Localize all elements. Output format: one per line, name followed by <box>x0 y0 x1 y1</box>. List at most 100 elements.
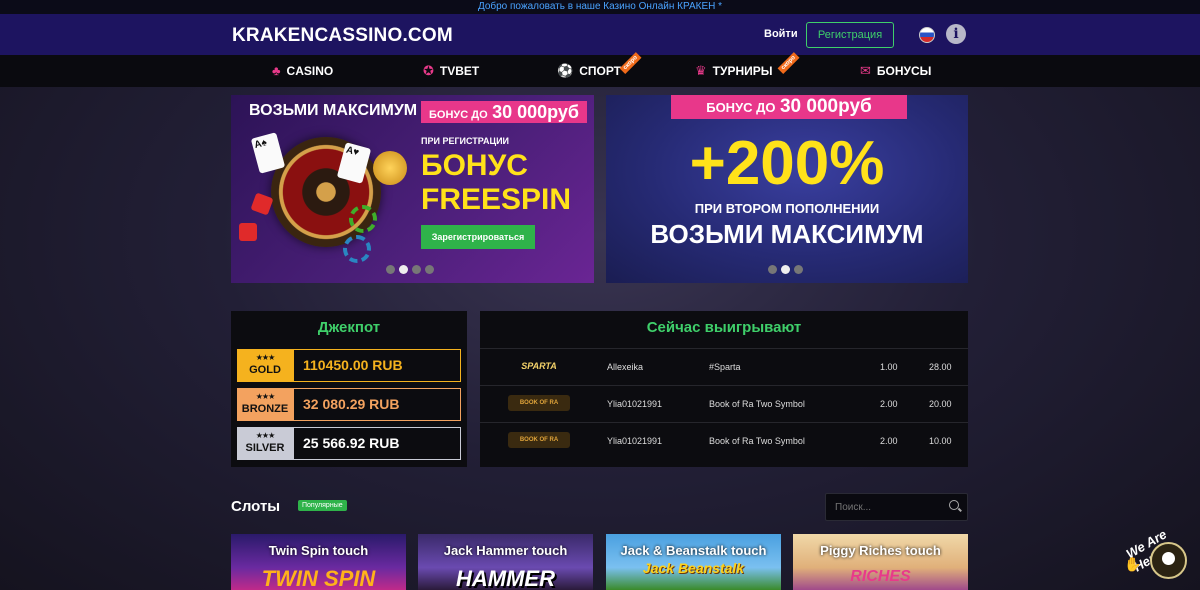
nav-tournaments[interactable]: ♛ ТУРНИРЫ скоро <box>695 51 800 79</box>
winner-win: 28.00 <box>929 362 952 372</box>
register-button[interactable]: Регистрация <box>806 22 894 48</box>
chat-bubble-icon[interactable] <box>1150 542 1187 579</box>
winner-bet: 2.00 <box>880 436 898 446</box>
table-row[interactable]: BOOK OF RA Ylia01021991 Book of Ra Two S… <box>480 385 968 422</box>
winner-game: Book of Ra Two Symbol <box>709 436 805 446</box>
dice-image <box>250 192 274 216</box>
dice-image <box>239 223 257 241</box>
slot-art: RICHES <box>850 568 911 585</box>
jackpot-title: Джекпот <box>317 319 381 336</box>
slot-card-piggy-riches[interactable]: Piggy Riches touch RICHES <box>793 534 968 590</box>
bonus-prefix: БОНУС ДО <box>429 109 488 121</box>
nav-tvbet[interactable]: ✪ TVBET <box>423 63 479 79</box>
promo-banner-200[interactable]: БОНУС ДО 30 000руб +200% ПРИ ВТОРОМ ПОПО… <box>606 95 968 283</box>
table-row[interactable]: SPARTA Allexeika #Sparta 1.00 28.00 <box>480 348 968 385</box>
search-icon[interactable] <box>949 500 959 510</box>
slots-heading: Слоты <box>231 498 281 515</box>
winner-win: 20.00 <box>929 399 952 409</box>
nav-sport-label: СПОРТ <box>579 64 621 78</box>
nav-tournaments-label: ТУРНИРЫ <box>712 64 773 78</box>
game-logo: BOOK OF RA <box>508 395 570 411</box>
bonus-line-2: FREESPIN <box>421 183 572 216</box>
bonus-prefix: БОНУС ДО <box>706 100 776 115</box>
nav-casino-label: CASINO <box>286 63 334 78</box>
stars-icon: ★★★ <box>255 353 276 362</box>
table-row[interactable]: BOOK OF RA Ylia01021991 Book of Ra Two S… <box>480 422 968 459</box>
promo-banner-freespin[interactable]: ВОЗЬМИ МАКСИМУМ БОНУС ДО 30 000руб A♠ A♥… <box>231 95 594 283</box>
casino-chip-image <box>343 235 371 263</box>
carousel-dot[interactable] <box>425 265 434 274</box>
stars-icon: ★★★ <box>255 392 276 401</box>
winner-user: Allexeika <box>607 362 644 372</box>
winner-game: #Sparta <box>709 362 741 372</box>
crown-icon: ♛ <box>695 63 707 78</box>
jackpot-label: ★★★ SILVER <box>237 427 293 460</box>
stars-icon: ★★★ <box>255 431 276 440</box>
nav-tvbet-label: TVBET <box>439 64 480 78</box>
jackpot-label: ★★★ BRONZE <box>237 388 293 421</box>
jackpot-value: 25 566.92 RUB <box>293 427 461 460</box>
russian-flag-icon[interactable] <box>919 27 935 43</box>
slot-art: Jack Beanstalk <box>642 560 745 576</box>
slot-card-jack-beanstalk[interactable]: Jack & Beanstalk touch Jack Beanstalk <box>606 534 781 590</box>
slot-art: TWIN SPIN <box>261 566 376 590</box>
game-logo: SPARTA <box>521 361 557 371</box>
banner-bonus: БОНУС FREESPIN <box>421 149 571 217</box>
banner-title: ВОЗЬМИ МАКСИМУМ <box>650 219 924 249</box>
nav-sport[interactable]: ⚽ СПОРТ скоро <box>557 51 642 79</box>
carousel-dot[interactable] <box>794 265 803 274</box>
wave-hand-icon: ✋ <box>1124 556 1142 572</box>
gift-icon: ✉ <box>860 63 871 78</box>
sport-icon: ⚽ <box>557 63 574 78</box>
winners-panel: Сейчас выигрывают SPARTA Allexeika #Spar… <box>480 311 968 467</box>
popular-badge[interactable]: Популярные <box>298 500 347 511</box>
nav-casino[interactable]: ♣ CASINO <box>272 63 333 78</box>
winner-game: Book of Ra Two Symbol <box>709 399 805 409</box>
search-input[interactable] <box>826 494 944 520</box>
winner-bet: 2.00 <box>880 399 898 409</box>
site-logo[interactable]: KRAKENCASSINO.COM <box>232 25 453 47</box>
carousel-dots <box>768 265 803 274</box>
banner-percent: +200% <box>689 129 885 198</box>
jackpot-row-bronze: ★★★ BRONZE 32 080.29 RUB <box>237 388 461 421</box>
jackpot-panel: Джекпот ★★★ GOLD 110450.00 RUB ★★★ BRONZ… <box>231 311 467 467</box>
slot-title: Twin Spin touch <box>268 543 369 558</box>
jackpot-value: 32 080.29 RUB <box>293 388 461 421</box>
nav-bonuses[interactable]: ✉ БОНУСЫ <box>860 63 931 79</box>
info-icon[interactable]: i <box>946 24 966 44</box>
slot-card-jack-hammer[interactable]: Jack Hammer touch HAMMER <box>418 534 593 590</box>
jackpot-row-gold: ★★★ GOLD 110450.00 RUB <box>237 349 461 382</box>
bonus-amount-box: БОНУС ДО 30 000руб <box>671 95 907 119</box>
jackpot-value: 110450.00 RUB <box>293 349 461 382</box>
winner-win: 10.00 <box>929 436 952 446</box>
banner-title: ВОЗЬМИ МАКСИМУМ <box>249 102 418 119</box>
casino-icon: ♣ <box>272 63 281 78</box>
carousel-dot[interactable] <box>399 265 408 274</box>
winners-title: Сейчас выигрывают <box>646 319 802 336</box>
carousel-dot[interactable] <box>781 265 790 274</box>
login-link[interactable]: Войти <box>764 28 798 40</box>
slot-title: Jack & Beanstalk touch <box>620 543 767 558</box>
banner-subtitle: ПРИ РЕГИСТРАЦИИ <box>421 136 510 146</box>
welcome-banner: Добро пожаловать в наше Казино Онлайн КР… <box>0 0 1200 14</box>
carousel-dots <box>386 265 434 274</box>
bonus-amount: 30 000руб <box>492 102 580 122</box>
coin-image <box>373 151 407 185</box>
tvbet-icon: ✪ <box>423 63 434 78</box>
winner-bet: 1.00 <box>880 362 898 372</box>
register-cta-button[interactable]: Зарегистрироваться <box>421 225 535 249</box>
bonus-amount-box: БОНУС ДО 30 000руб <box>421 101 588 123</box>
playing-card-image: A♠ <box>250 132 286 174</box>
slot-title: Piggy Riches touch <box>820 543 941 558</box>
winner-user: Ylia01021991 <box>607 436 663 446</box>
soon-badge: скоро <box>777 51 800 75</box>
jackpot-label: ★★★ GOLD <box>237 349 293 382</box>
slot-card-twin-spin[interactable]: Twin Spin touch TWIN SPIN <box>231 534 406 590</box>
search-box <box>825 493 968 521</box>
carousel-dot[interactable] <box>768 265 777 274</box>
game-logo: BOOK OF RA <box>508 432 570 448</box>
carousel-dot[interactable] <box>386 265 395 274</box>
header: KRAKENCASSINO.COM Войти Регистрация i <box>0 14 1200 55</box>
carousel-dot[interactable] <box>412 265 421 274</box>
winner-user: Ylia01021991 <box>607 399 663 409</box>
